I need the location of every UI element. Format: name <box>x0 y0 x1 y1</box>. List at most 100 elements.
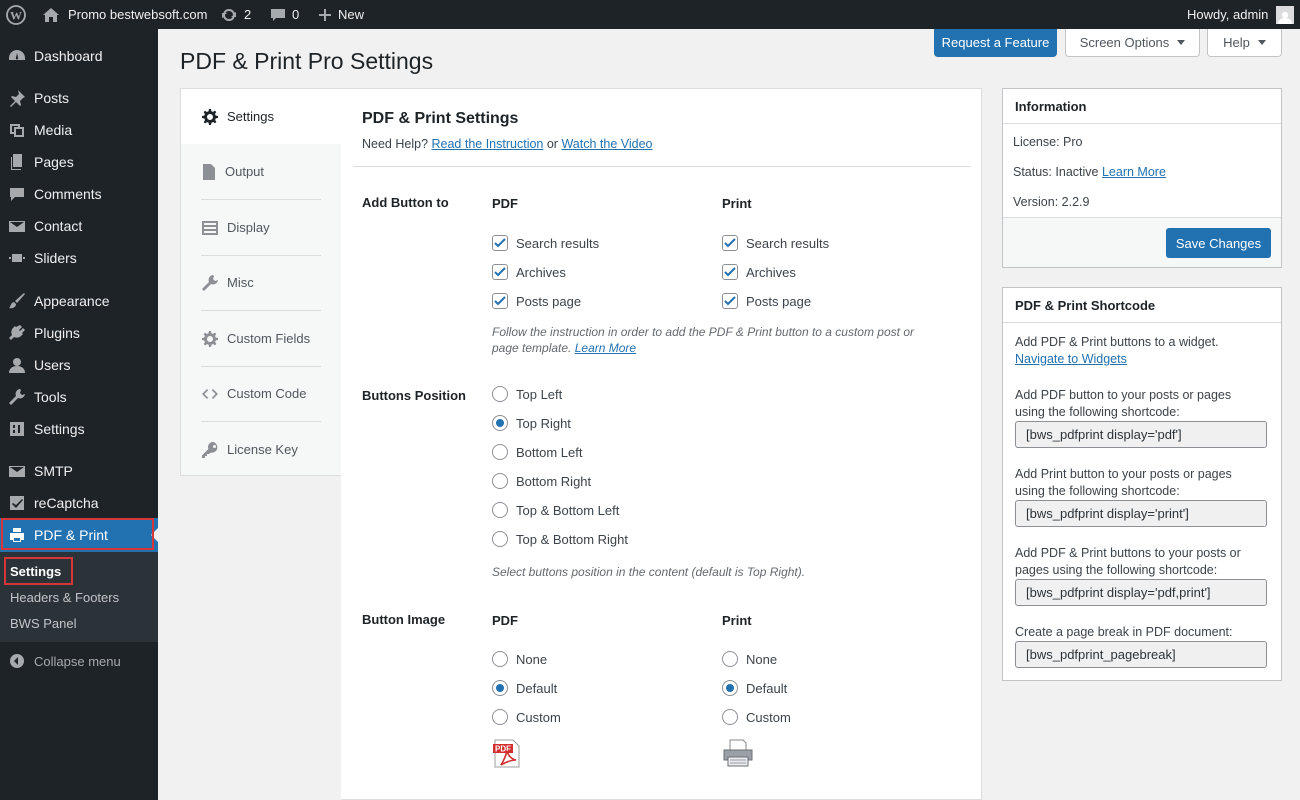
print-image-default-radio[interactable]: Default <box>722 680 787 696</box>
tab-custom-code[interactable]: Custom Code <box>181 366 341 421</box>
position-top-left-radio[interactable]: Top Left <box>492 386 562 402</box>
sidebar-item-dashboard[interactable]: Dashboard <box>0 39 158 73</box>
position-top-bottom-left-radio[interactable]: Top & Bottom Left <box>492 502 619 518</box>
sidebar-item-recaptcha[interactable]: reCaptcha <box>0 486 158 520</box>
position-bottom-right-radio[interactable]: Bottom Right <box>492 473 591 489</box>
sidebar-item-contact[interactable]: Contact <box>0 209 158 243</box>
updates-count: 2 <box>244 7 252 22</box>
sidebar-item-pages[interactable]: Pages <box>0 145 158 179</box>
sidebar-item-plugins[interactable]: Plugins <box>0 316 158 350</box>
site-name-link[interactable]: Promo bestwebsoft.com <box>42 0 207 29</box>
radio[interactable] <box>492 531 508 547</box>
comments-link[interactable]: 0 <box>270 0 299 29</box>
account-menu[interactable]: Howdy, admin <box>1187 0 1295 29</box>
tab-misc[interactable]: Misc <box>181 255 341 310</box>
list-icon <box>202 220 218 235</box>
sidebar-item-media[interactable]: Media <box>0 113 158 147</box>
pdf-posts-page-checkbox[interactable]: Posts page <box>492 293 581 309</box>
radio[interactable] <box>492 473 508 489</box>
button-image-label: Button Image <box>362 612 446 627</box>
position-top-right-radio[interactable]: Top Right <box>492 415 571 431</box>
print-archives-checkbox[interactable]: Archives <box>722 264 796 280</box>
sidebar-item-users[interactable]: Users <box>0 348 158 382</box>
pdf-image-custom-radio[interactable]: Custom <box>492 709 561 725</box>
learn-more-link[interactable]: Learn More <box>575 341 636 355</box>
pdf-shortcode-field[interactable]: [bws_pdfprint display='pdf'] <box>1015 421 1267 448</box>
radio[interactable] <box>722 651 738 667</box>
submenu-bws-panel[interactable]: BWS Panel <box>10 616 76 631</box>
tab-display[interactable]: Display <box>181 200 341 255</box>
checkbox[interactable] <box>722 235 738 251</box>
read-instruction-link[interactable]: Read the Instruction <box>432 137 544 151</box>
print-search-results-checkbox[interactable]: Search results <box>722 235 829 251</box>
checkbox[interactable] <box>492 264 508 280</box>
caret-down-icon <box>1257 40 1266 45</box>
sidebar-item-comments[interactable]: Comments <box>0 177 158 211</box>
sidebar-item-settings[interactable]: Settings <box>0 412 158 446</box>
help-button[interactable]: Help <box>1207 29 1282 57</box>
settings-icon <box>0 420 34 438</box>
sidebar-item-appearance[interactable]: Appearance <box>0 284 158 318</box>
print-image-custom-radio[interactable]: Custom <box>722 709 791 725</box>
submenu-headers-footers[interactable]: Headers & Footers <box>10 590 119 605</box>
wordpress-logo-icon[interactable]: W <box>6 0 26 29</box>
svg-text:W: W <box>10 8 22 22</box>
slider-icon <box>0 249 34 267</box>
learn-more-link[interactable]: Learn More <box>1102 165 1166 179</box>
save-changes-button[interactable]: Save Changes <box>1166 228 1271 258</box>
checkmark-icon <box>724 267 736 277</box>
radio[interactable] <box>492 502 508 518</box>
radio[interactable] <box>492 415 508 431</box>
pages-icon <box>0 153 34 171</box>
pdf-image-none-radio[interactable]: None <box>492 651 547 667</box>
checkbox[interactable] <box>722 293 738 309</box>
tab-custom-fields[interactable]: Custom Fields <box>181 311 341 366</box>
tab-output[interactable]: Output <box>181 144 341 199</box>
sidebar-item-smtp[interactable]: SMTP <box>0 454 158 488</box>
comments-count: 0 <box>292 7 300 22</box>
license-row: License: Pro <box>1013 135 1083 149</box>
radio[interactable] <box>492 709 508 725</box>
pdf-archives-checkbox[interactable]: Archives <box>492 264 566 280</box>
tab-license-key[interactable]: License Key <box>181 422 341 477</box>
pdf-column-header: PDF <box>492 613 518 628</box>
sidebar-item-posts[interactable]: Posts <box>0 81 158 115</box>
checkbox[interactable] <box>722 264 738 280</box>
radio[interactable] <box>492 651 508 667</box>
divider <box>353 166 971 167</box>
position-bottom-left-radio[interactable]: Bottom Left <box>492 444 582 460</box>
page-title: PDF & Print Pro Settings <box>180 48 434 74</box>
print-shortcode-field[interactable]: [bws_pdfprint display='print'] <box>1015 500 1267 527</box>
print-posts-page-checkbox[interactable]: Posts page <box>722 293 811 309</box>
position-top-bottom-right-radio[interactable]: Top & Bottom Right <box>492 531 628 547</box>
pdf-search-results-checkbox[interactable]: Search results <box>492 235 599 251</box>
pagebreak-shortcode-field[interactable]: [bws_pdfprint_pagebreak] <box>1015 641 1267 668</box>
sidebar-item-sliders[interactable]: Sliders <box>0 241 158 275</box>
watch-video-link[interactable]: Watch the Video <box>561 137 652 151</box>
tab-settings[interactable]: Settings <box>181 89 341 144</box>
comment-icon <box>271 8 285 21</box>
mail-icon <box>0 217 34 235</box>
comment-icon <box>0 185 34 203</box>
svg-text:PDF: PDF <box>495 745 511 754</box>
screen-options-button[interactable]: Screen Options <box>1065 29 1200 57</box>
print-image-none-radio[interactable]: None <box>722 651 777 667</box>
radio[interactable] <box>722 709 738 725</box>
gear-icon <box>202 108 218 125</box>
radio[interactable] <box>492 386 508 402</box>
updates-link[interactable]: 2 <box>220 0 251 29</box>
collapse-menu-button[interactable]: Collapse menu <box>0 644 158 678</box>
checkmark-icon <box>494 296 506 306</box>
request-feature-button[interactable]: Request a Feature <box>934 29 1057 57</box>
checkbox[interactable] <box>492 293 508 309</box>
new-content-link[interactable]: New <box>318 0 364 29</box>
checkbox[interactable] <box>492 235 508 251</box>
navigate-widgets-link[interactable]: Navigate to Widgets <box>1015 352 1127 366</box>
radio[interactable] <box>492 444 508 460</box>
radio[interactable] <box>492 680 508 696</box>
both-shortcode-field[interactable]: [bws_pdfprint display='pdf,print'] <box>1015 579 1267 606</box>
pdf-image-default-radio[interactable]: Default <box>492 680 557 696</box>
sidebar-item-tools[interactable]: Tools <box>0 380 158 414</box>
radio[interactable] <box>722 680 738 696</box>
printer-image-icon <box>723 739 753 767</box>
